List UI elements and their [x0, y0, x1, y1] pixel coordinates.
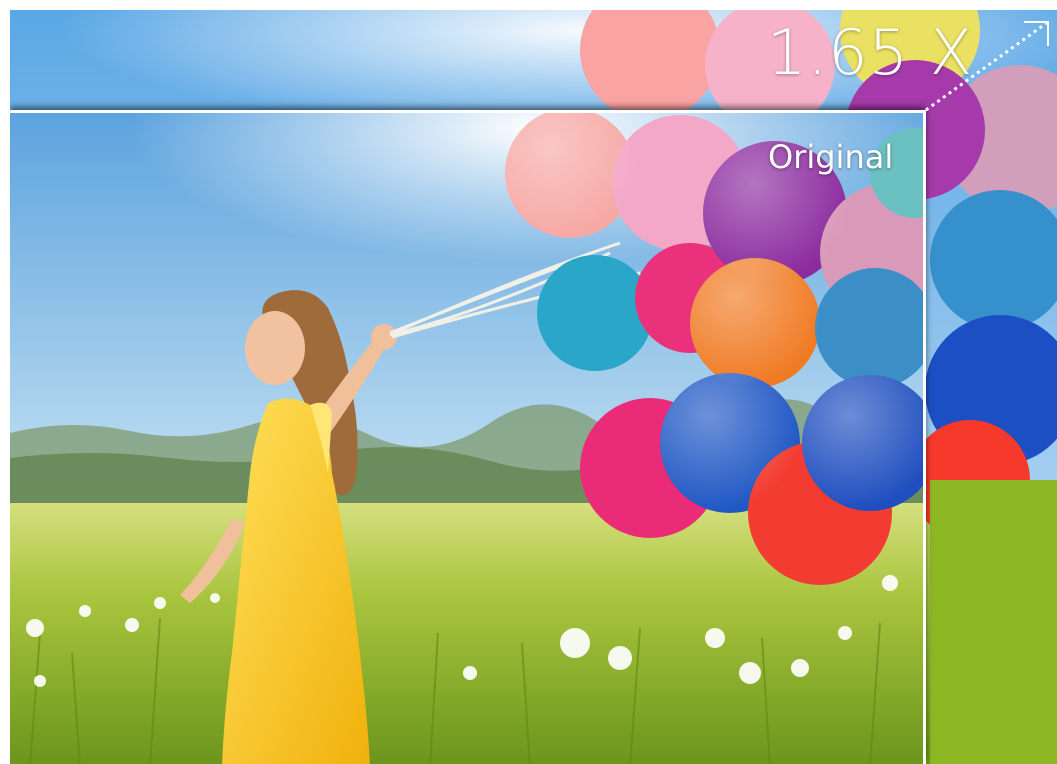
original-photo: [10, 113, 923, 764]
original-label: Original: [768, 138, 894, 176]
comparison-stage: Original 1.65 X: [10, 10, 1057, 764]
original-frame: Original: [10, 110, 926, 764]
zoom-factor-label: 1.65 X: [767, 16, 974, 89]
